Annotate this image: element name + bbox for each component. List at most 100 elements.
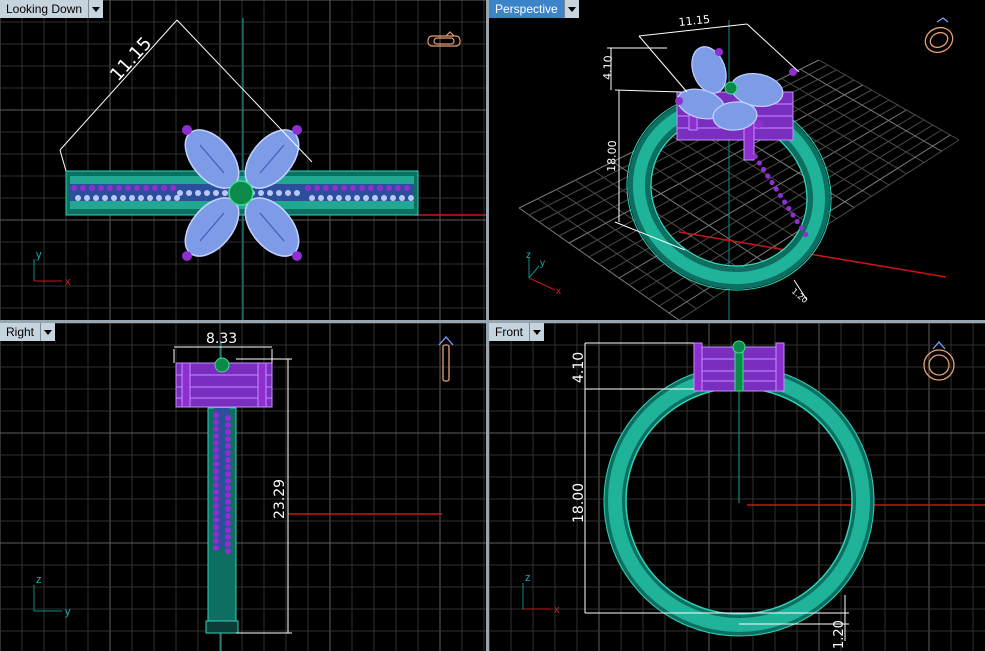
pave-stone [213, 517, 219, 523]
pave-stone [276, 190, 282, 196]
svg-text:x: x [65, 276, 71, 288]
svg-text:y: y [65, 606, 71, 618]
pave-stone [350, 185, 356, 191]
right-scene: 8.33 23.29 z y [0, 323, 486, 651]
pave-stone [761, 166, 767, 173]
dropdown-arrow-icon[interactable] [40, 323, 56, 341]
ring-shank-right [205, 407, 239, 634]
pave-stone [120, 195, 126, 201]
pave-stone [309, 195, 315, 201]
pave-stone [174, 195, 180, 201]
pave-stone [386, 185, 392, 191]
pave-stone [225, 506, 231, 512]
viewport-title-right[interactable]: Right [0, 323, 56, 341]
gallery-right [175, 357, 273, 408]
dropdown-arrow-icon[interactable] [563, 0, 579, 18]
pave-stone [258, 190, 264, 196]
svg-text:y: y [36, 249, 42, 261]
pave-stone [318, 195, 324, 201]
pave-stone [98, 185, 104, 191]
pave-stone [75, 195, 81, 201]
pave-stone [111, 195, 117, 201]
svg-text:z: z [526, 250, 531, 261]
gallery-front [693, 340, 785, 392]
pave-stone [359, 185, 365, 191]
pave-stone [186, 190, 192, 196]
pave-stone [213, 496, 219, 502]
top-scene: 11.15 y x [0, 0, 486, 320]
dimension-label-height: 18.00 [605, 140, 619, 172]
axis-triad-top: y x [33, 249, 71, 288]
pave-stone [225, 541, 231, 547]
pave-stone [225, 443, 231, 449]
pave-stone [213, 482, 219, 488]
pave-stone [213, 426, 219, 432]
viewport-title-perspective[interactable]: Perspective [489, 0, 579, 18]
pave-stone [267, 190, 273, 196]
pave-stone [225, 422, 231, 428]
pave-stone [225, 450, 231, 456]
viewport-top[interactable]: 11.15 y x Looking Down [0, 0, 486, 320]
pave-stone [213, 531, 219, 537]
viewport-title-front[interactable]: Front [489, 323, 545, 341]
pave-stone [213, 461, 219, 467]
pave-stone [213, 454, 219, 460]
pave-stone [225, 436, 231, 442]
dropdown-arrow-icon[interactable] [88, 0, 104, 18]
pave-stone [107, 185, 113, 191]
ring-view-icon[interactable] [438, 336, 454, 382]
pave-stone [225, 513, 231, 519]
svg-text:x: x [556, 286, 561, 297]
dropdown-arrow-icon[interactable] [529, 323, 545, 341]
pave-stone [323, 185, 329, 191]
pave-stone [225, 520, 231, 526]
dimension-label-height-right: 23.29 [272, 479, 288, 519]
dimension-label-width: 11.15 [678, 13, 711, 29]
pave-stone [213, 503, 219, 509]
pave-stone [134, 185, 140, 191]
pave-stone [794, 218, 800, 225]
dimension-label-top: 11.15 [106, 33, 156, 85]
pave-stone [93, 195, 99, 201]
pave-stone [116, 185, 122, 191]
svg-text:x: x [554, 604, 560, 616]
viewport-perspective[interactable]: 11.15 4.10 18.00 1.20 z y x Perspective [489, 0, 985, 320]
pave-stone [225, 527, 231, 533]
pave-stone [152, 185, 158, 191]
ring-view-icon[interactable] [921, 17, 957, 57]
dimension-label-height-front: 18.00 [571, 483, 587, 523]
pave-stone [341, 185, 347, 191]
pave-stone [777, 192, 783, 199]
dimension-label-width-right: 8.33 [206, 331, 237, 347]
pave-stone [222, 190, 228, 196]
dimension-label-thickness: 1.20 [790, 287, 809, 305]
pave-stone [129, 195, 135, 201]
viewport-front[interactable]: 4.10 18.00 1.20 z x Front [489, 323, 985, 651]
pave-stone [368, 185, 374, 191]
pave-stone [138, 195, 144, 201]
axis-triad-front: z x [522, 572, 560, 616]
pave-stone [225, 478, 231, 484]
viewport-right[interactable]: 8.33 23.29 z y Right [0, 323, 486, 651]
pave-stone [213, 489, 219, 495]
pave-stone [756, 160, 762, 166]
svg-text:z: z [525, 572, 531, 584]
pave-stone [225, 534, 231, 540]
pave-stone [225, 464, 231, 470]
pave-stone [147, 195, 153, 201]
pave-stone [752, 153, 758, 160]
pave-stone [782, 199, 788, 205]
pave-stone [390, 195, 396, 201]
dimension-label-thickness-front: 1.20 [832, 620, 847, 649]
pave-stone [170, 185, 176, 191]
viewport-title-label: Perspective [495, 2, 558, 16]
pave-stone [71, 185, 77, 191]
pave-stone [102, 195, 108, 201]
pave-stone [803, 231, 809, 238]
pave-stone [213, 447, 219, 453]
pave-stone [372, 195, 378, 201]
pave-stone [769, 179, 775, 186]
viewport-title-top[interactable]: Looking Down [0, 0, 104, 18]
pave-stone [213, 538, 219, 544]
pave-stone [125, 185, 131, 191]
